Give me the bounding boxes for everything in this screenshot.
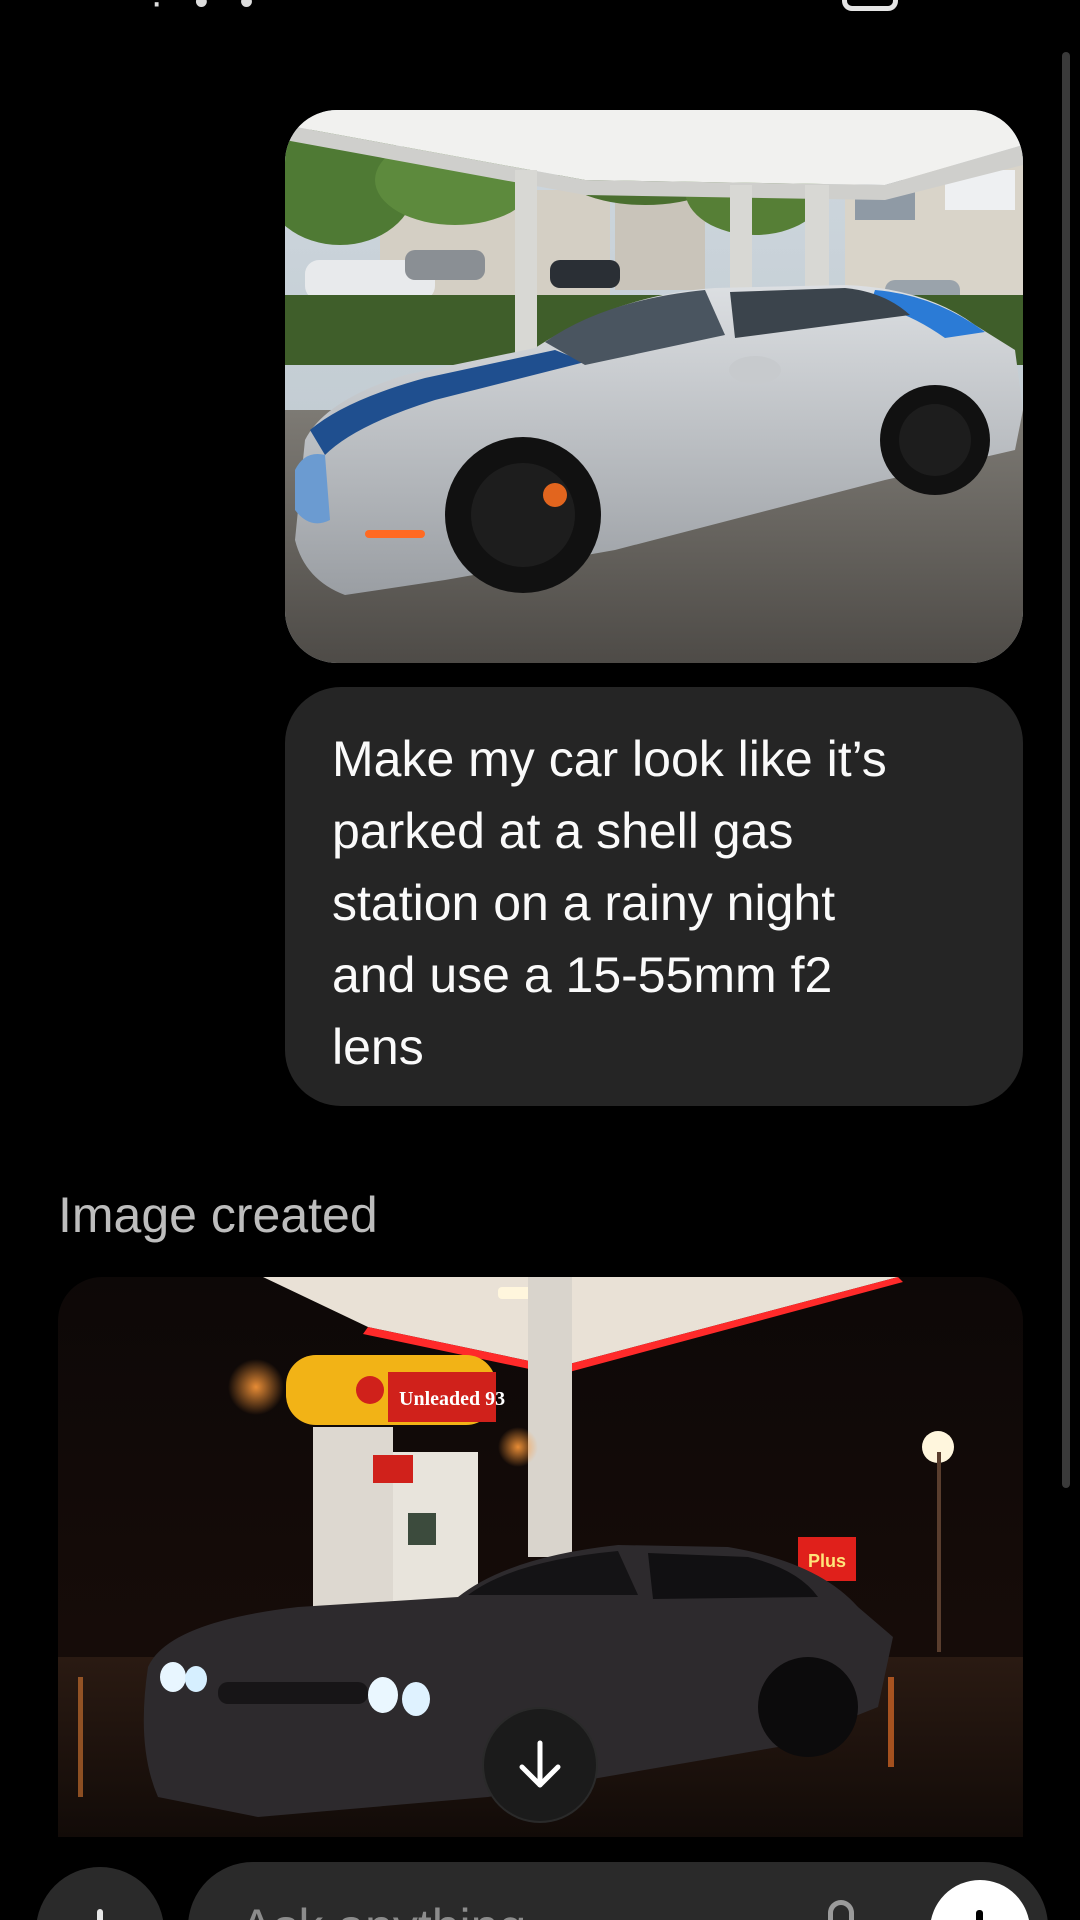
composer-placeholder: Ask anything — [240, 1898, 526, 1920]
scroll-down-button[interactable] — [484, 1709, 596, 1821]
image-created-label: Image created — [58, 1187, 378, 1243]
car-photo-under-carport — [285, 110, 1023, 663]
chat-screen: · • • Make my car look like it’s parked … — [0, 0, 1080, 1920]
user-message-bubble[interactable]: Make my car look like it’s parked at a s… — [285, 687, 1023, 1106]
attach-plus-button[interactable] — [36, 1867, 164, 1920]
square-icon[interactable] — [842, 0, 898, 11]
message-composer[interactable]: Ask anything — [188, 1862, 1048, 1920]
unleaded-sign-text: Unleaded 93 — [399, 1388, 505, 1410]
plus-sign-text: Plus — [808, 1551, 846, 1571]
user-uploaded-photo[interactable] — [285, 110, 1023, 663]
status-bar-partial: · • • — [150, 0, 264, 24]
voice-icon — [976, 1910, 983, 1920]
user-message-text: Make my car look like it’s parked at a s… — [332, 731, 887, 1075]
voice-mode-button[interactable] — [930, 1880, 1030, 1920]
plus-icon — [97, 1909, 103, 1920]
arrow-down-icon — [519, 1740, 561, 1788]
scrollbar[interactable] — [1062, 52, 1070, 1488]
microphone-icon[interactable] — [828, 1900, 854, 1920]
